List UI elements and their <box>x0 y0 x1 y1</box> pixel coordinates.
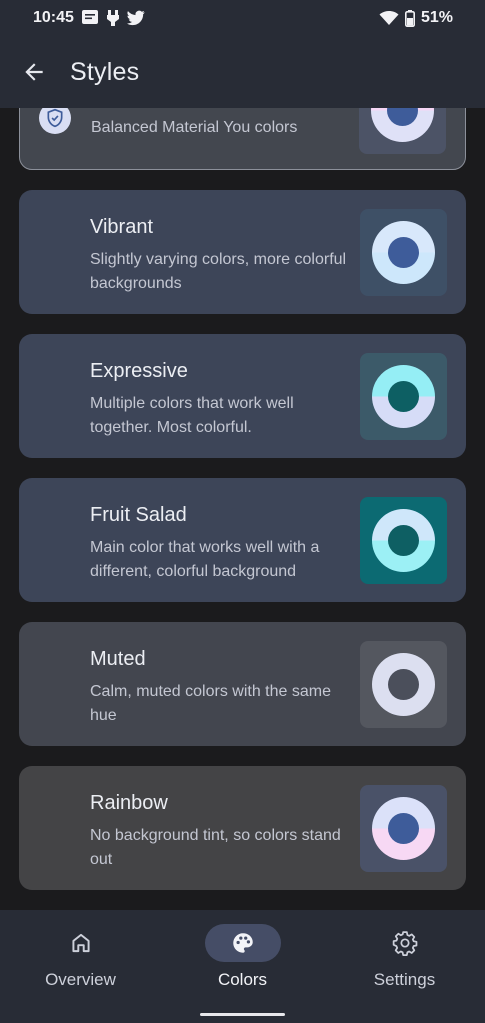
nav-settings[interactable]: Settings <box>324 924 485 1004</box>
swatch-preview <box>360 497 447 584</box>
swatch-preview <box>360 785 447 872</box>
back-button[interactable] <box>20 58 48 86</box>
home-icon <box>71 933 90 953</box>
nav-label: Colors <box>217 970 268 989</box>
style-description: Main color that works well with a differ… <box>90 539 320 580</box>
selected-check-icon <box>39 108 71 134</box>
battery-icon <box>404 9 415 27</box>
arrow-back-icon <box>25 63 43 81</box>
swatch-preview <box>359 108 446 154</box>
palette-icon <box>232 933 253 953</box>
style-card-expressive[interactable]: Expressive Multiple colors that work wel… <box>19 334 466 458</box>
style-description: Calm, muted colors with the same hue <box>90 683 331 724</box>
bottom-navigation: Overview Colors Settings <box>0 910 485 1023</box>
style-title: Vibrant <box>90 216 154 238</box>
style-description: No background tint, so colors stand out <box>90 827 341 868</box>
nav-pill <box>204 924 281 962</box>
status-time: 10:45 <box>33 9 74 26</box>
nav-pill <box>367 924 443 962</box>
style-description: Multiple colors that work well together.… <box>90 395 294 436</box>
style-title: Muted <box>90 648 146 670</box>
swatch-preview <box>360 641 447 728</box>
twitter-icon <box>126 10 145 26</box>
wifi-icon <box>379 10 399 26</box>
style-title: Expressive <box>90 360 188 382</box>
swatch-preview <box>360 353 447 440</box>
nav-colors[interactable]: Colors <box>162 924 323 1004</box>
top-app-bar: Styles <box>0 36 485 108</box>
status-bar: 10:45 51% <box>0 0 485 36</box>
swatch-preview <box>360 209 447 296</box>
style-list[interactable]: Balanced Material You colors Vibrant Sli… <box>0 108 485 910</box>
style-card-vibrant[interactable]: Vibrant Slightly varying colors, more co… <box>19 190 466 314</box>
style-title: Rainbow <box>90 792 168 814</box>
style-card-fruit-salad[interactable]: Fruit Salad Main color that works well w… <box>19 478 466 602</box>
nav-overview[interactable]: Overview <box>0 924 161 1004</box>
nav-pill <box>43 924 119 962</box>
battery-percent: 51% <box>420 9 453 26</box>
usb-icon <box>106 9 120 27</box>
gesture-handle[interactable] <box>200 1013 285 1016</box>
style-card-muted[interactable]: Muted Calm, muted colors with the same h… <box>19 622 466 746</box>
nav-label: Settings <box>373 970 436 989</box>
nav-label: Overview <box>45 970 116 989</box>
gear-icon <box>392 931 417 956</box>
style-card-rainbow[interactable]: Rainbow No background tint, so colors st… <box>19 766 466 890</box>
message-icon <box>81 9 99 27</box>
page-title: Styles <box>70 57 140 86</box>
style-description: Balanced Material You colors <box>91 119 298 136</box>
style-description: Slightly varying colors, more colorful b… <box>90 251 347 292</box>
style-title: Fruit Salad <box>90 504 187 526</box>
style-card-tonal-spot[interactable]: Balanced Material You colors <box>19 108 466 170</box>
